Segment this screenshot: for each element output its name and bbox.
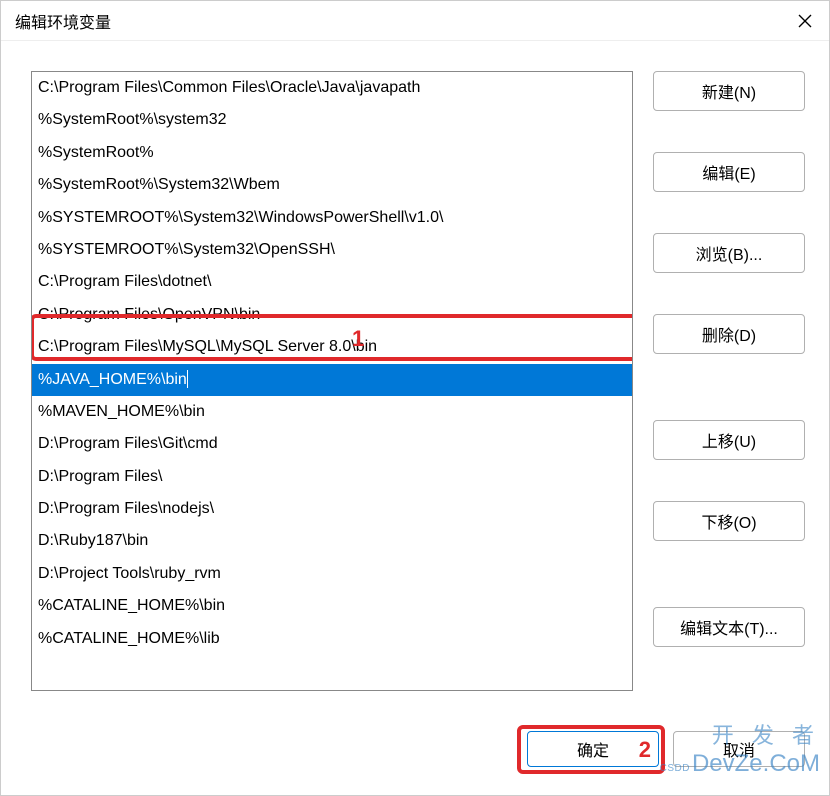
close-icon[interactable] <box>793 9 817 33</box>
list-item[interactable]: %SystemRoot%\system32 <box>32 104 632 136</box>
delete-button[interactable]: 删除(D) <box>653 314 805 354</box>
list-item[interactable]: D:\Project Tools\ruby_rvm <box>32 558 632 590</box>
list-item[interactable]: C:\Program Files\dotnet\ <box>32 266 632 298</box>
path-list[interactable]: C:\Program Files\Common Files\Oracle\Jav… <box>31 71 633 691</box>
browse-button[interactable]: 浏览(B)... <box>653 233 805 273</box>
footer: 确定 取消 2 <box>1 731 829 795</box>
edit-button[interactable]: 编辑(E) <box>653 152 805 192</box>
move-up-button[interactable]: 上移(U) <box>653 420 805 460</box>
list-item[interactable]: %JAVA_HOME%\bin <box>32 364 632 396</box>
cancel-button[interactable]: 取消 <box>673 731 805 767</box>
titlebar: 编辑环境变量 <box>1 1 829 41</box>
list-item[interactable]: D:\Program Files\Git\cmd <box>32 428 632 460</box>
list-item[interactable]: D:\Ruby187\bin <box>32 525 632 557</box>
list-item[interactable]: C:\Program Files\OpenVPN\bin <box>32 299 632 331</box>
list-item[interactable]: D:\Program Files\nodejs\ <box>32 493 632 525</box>
list-item[interactable]: C:\Program Files\Common Files\Oracle\Jav… <box>32 72 632 104</box>
list-item[interactable]: C:\Program Files\MySQL\MySQL Server 8.0\… <box>32 331 632 363</box>
content-area: C:\Program Files\Common Files\Oracle\Jav… <box>1 41 829 731</box>
ok-button[interactable]: 确定 <box>527 731 659 767</box>
list-item[interactable]: %SYSTEMROOT%\System32\OpenSSH\ <box>32 234 632 266</box>
move-down-button[interactable]: 下移(O) <box>653 501 805 541</box>
list-item[interactable]: D:\Program Files\ <box>32 461 632 493</box>
window-title: 编辑环境变量 <box>15 9 111 33</box>
list-item[interactable]: %SystemRoot% <box>32 137 632 169</box>
new-button[interactable]: 新建(N) <box>653 71 805 111</box>
edit-text-button[interactable]: 编辑文本(T)... <box>653 607 805 647</box>
list-item[interactable]: %CATALINE_HOME%\lib <box>32 623 632 655</box>
list-item[interactable]: %SYSTEMROOT%\System32\WindowsPowerShell\… <box>32 202 632 234</box>
dialog-window: 编辑环境变量 C:\Program Files\Common Files\Ora… <box>0 0 830 796</box>
list-item[interactable]: %MAVEN_HOME%\bin <box>32 396 632 428</box>
buttons-column: 新建(N) 编辑(E) 浏览(B)... 删除(D) 上移(U) 下移(O) 编… <box>653 71 805 731</box>
list-item[interactable]: %CATALINE_HOME%\bin <box>32 590 632 622</box>
list-item[interactable]: %SystemRoot%\System32\Wbem <box>32 169 632 201</box>
